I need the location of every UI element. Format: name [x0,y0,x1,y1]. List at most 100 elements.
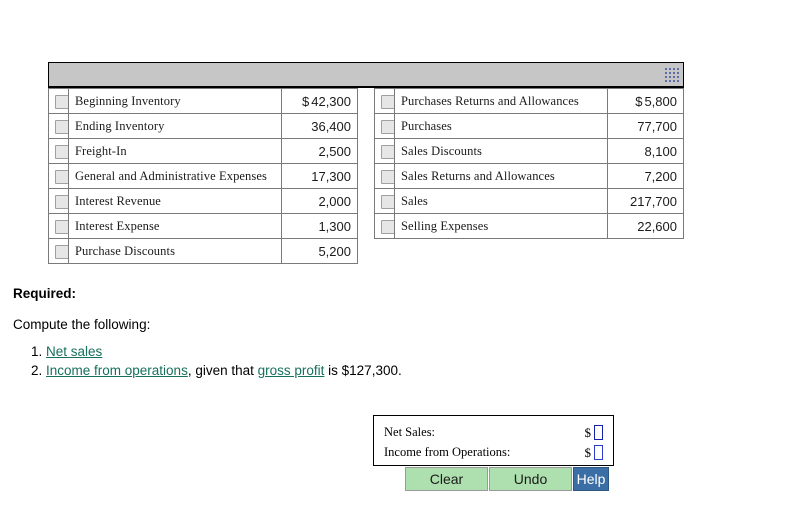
table-row[interactable]: Interest Expense 1,300 [48,213,358,239]
row-checkbox[interactable] [381,145,394,159]
button-bar: Clear Undo Help [405,467,614,491]
row-checkbox[interactable] [55,120,68,134]
row-checkbox-cell[interactable] [374,88,395,114]
row-checkbox[interactable] [381,120,394,134]
table-row[interactable]: Purchases Returns and Allowances $5,800 [374,88,684,114]
account-label: Interest Expense [68,213,282,239]
clear-button[interactable]: Clear [405,467,488,491]
row-checkbox-cell[interactable] [48,188,69,214]
row-checkbox[interactable] [55,245,68,259]
gross-profit-link[interactable]: gross profit [258,363,325,378]
row-checkbox[interactable] [55,220,68,234]
row-checkbox-cell[interactable] [48,238,69,264]
row-checkbox-cell[interactable] [374,113,395,139]
row-checkbox-cell[interactable] [374,213,395,239]
account-label: Beginning Inventory [68,88,282,114]
income-from-operations-label: Income from Operations: [384,445,511,459]
row-checkbox-cell[interactable] [374,138,395,164]
row-checkbox-cell[interactable] [48,113,69,139]
help-button[interactable]: Help [573,467,609,491]
row-checkbox[interactable] [55,95,68,109]
table-row[interactable]: Purchase Discounts 5,200 [48,238,358,264]
row-checkbox-cell[interactable] [374,188,395,214]
table-row[interactable]: Purchases 77,700 [374,113,684,139]
income-from-operations-input[interactable] [594,445,603,460]
account-value: 36,400 [281,113,358,139]
income-from-operations-row: Income from Operations: $ [384,443,603,462]
table-row[interactable]: General and Administrative Expenses 17,3… [48,163,358,189]
account-label: Selling Expenses [394,213,608,239]
table-row[interactable]: Beginning Inventory $42,300 [48,88,358,114]
row-checkbox[interactable] [381,95,394,109]
account-value: 2,000 [281,188,358,214]
amount-text: 42,300 [311,93,351,109]
row-checkbox[interactable] [55,170,68,184]
amount-text: 2,500 [318,143,351,159]
row-checkbox-cell[interactable] [48,138,69,164]
row-checkbox[interactable] [381,170,394,184]
account-value: 217,700 [607,188,684,214]
answer-panel: Net Sales: $ Income from Operations: $ C… [373,415,614,491]
row-checkbox-cell[interactable] [374,163,395,189]
task-item-2-mid-text: , given that [187,363,258,378]
account-label: Sales [394,188,608,214]
amount-text: 7,200 [644,168,677,184]
amount-text: 77,700 [637,118,677,134]
task-item-2-tail-text: is $127,300. [324,363,402,378]
row-checkbox-cell[interactable] [48,88,69,114]
account-label: Purchase Discounts [68,238,282,264]
currency-symbol: $ [635,93,643,109]
compute-instruction: Compute the following: [13,317,151,332]
amount-text: 36,400 [311,118,351,134]
account-label: Purchases Returns and Allowances [394,88,608,114]
income-from-operations-link[interactable]: Income from operations [46,363,188,378]
row-checkbox[interactable] [381,195,394,209]
account-value: 7,200 [607,163,684,189]
account-value: 77,700 [607,113,684,139]
row-checkbox[interactable] [381,220,394,234]
account-value: 1,300 [281,213,358,239]
amount-text: 1,300 [318,218,351,234]
table-row[interactable]: Sales Discounts 8,100 [374,138,684,164]
account-data-panel: Beginning Inventory $42,300 Ending Inven… [48,62,684,264]
net-sales-label: Net Sales: [384,425,436,439]
account-label: General and Administrative Expenses [68,163,282,189]
row-checkbox-cell[interactable] [48,163,69,189]
row-checkbox-cell[interactable] [48,213,69,239]
task-item-1: Net sales [46,342,733,361]
account-label: Sales Returns and Allowances [394,163,608,189]
account-label: Ending Inventory [68,113,282,139]
table-row[interactable]: Sales 217,700 [374,188,684,214]
panel-header-bar [48,62,684,88]
amount-text: 5,200 [318,243,351,259]
row-checkbox[interactable] [55,145,68,159]
account-value: 17,300 [281,163,358,189]
resize-grip-icon[interactable] [663,66,681,84]
amount-text: 5,800 [644,93,677,109]
account-value: 8,100 [607,138,684,164]
amount-text: 217,700 [630,193,677,209]
right-table-body: Purchases Returns and Allowances $5,800 … [374,88,684,239]
net-sales-link[interactable]: Net sales [46,344,102,359]
amount-text: 8,100 [644,143,677,159]
task-list: Net sales Income from operations, given … [13,342,733,380]
row-checkbox[interactable] [55,195,68,209]
account-label: Sales Discounts [394,138,608,164]
net-sales-input[interactable] [594,425,603,440]
net-sales-currency-symbol: $ [584,424,592,440]
table-row[interactable]: Interest Revenue 2,000 [48,188,358,214]
task-item-2: Income from operations, given that gross… [46,361,733,380]
table-row[interactable]: Freight-In 2,500 [48,138,358,164]
undo-button[interactable]: Undo [489,467,572,491]
table-row[interactable]: Selling Expenses 22,600 [374,213,684,239]
amount-text: 2,000 [318,193,351,209]
table-row[interactable]: Sales Returns and Allowances 7,200 [374,163,684,189]
income-currency-symbol: $ [584,444,592,460]
account-value: $5,800 [607,88,684,114]
amount-text: 22,600 [637,218,677,234]
net-sales-row: Net Sales: $ [384,423,603,442]
required-section: Required: Compute the following: Net sal… [13,286,733,380]
left-account-table: Beginning Inventory $42,300 Ending Inven… [48,88,358,264]
table-row[interactable]: Ending Inventory 36,400 [48,113,358,139]
required-heading: Required: [13,286,77,301]
